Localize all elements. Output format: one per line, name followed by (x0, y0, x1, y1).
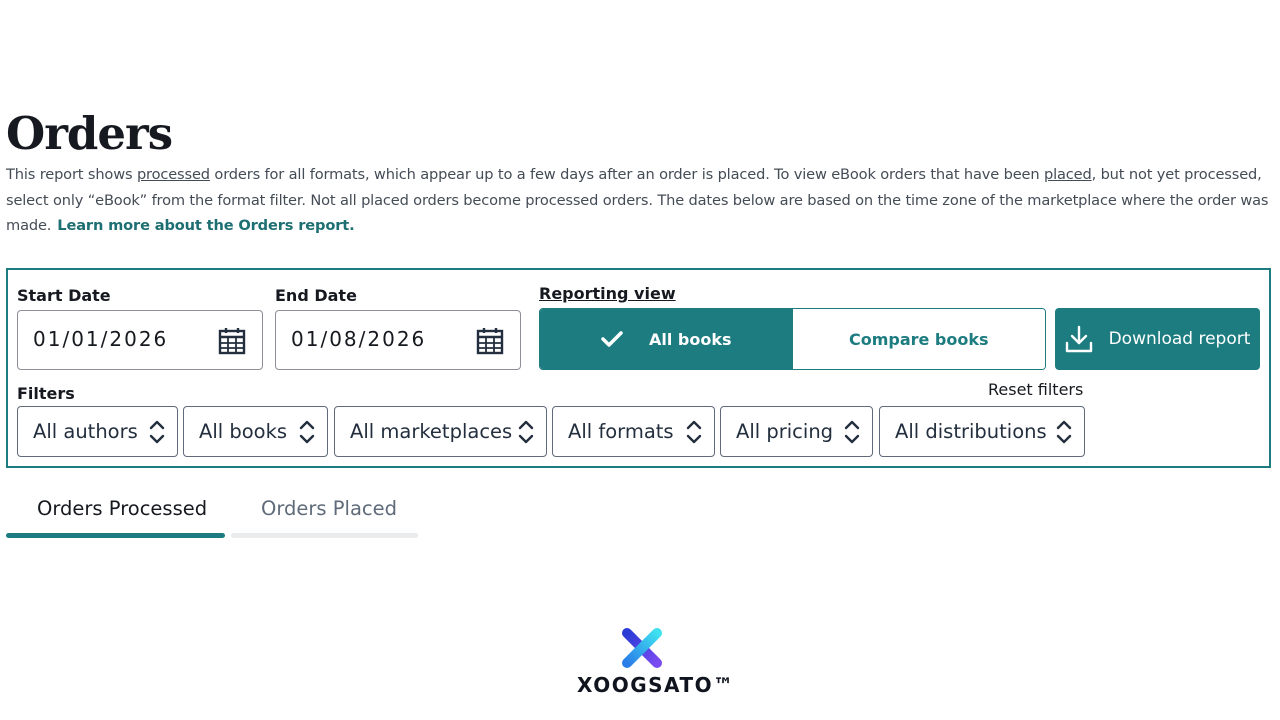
distributions-filter-value: All distributions (895, 420, 1047, 443)
filters-label: Filters (17, 384, 75, 403)
checkmark-icon (601, 331, 623, 347)
end-date-label: End Date (275, 286, 357, 305)
active-tab-indicator (6, 533, 225, 538)
authors-filter[interactable]: All authors (17, 406, 178, 457)
all-books-option[interactable]: All books (540, 309, 793, 369)
compare-books-option-label: Compare books (848, 329, 989, 349)
learn-more-link[interactable]: Learn more about the Orders report. (57, 217, 354, 234)
distributions-filter[interactable]: All distributions (879, 406, 1085, 457)
pricing-filter-value: All pricing (736, 420, 834, 443)
processed-term: processed (136, 166, 210, 183)
formats-filter[interactable]: All formats (552, 406, 715, 457)
page-title: Orders (6, 107, 173, 160)
sort-chevron-icon (1056, 420, 1072, 444)
sort-chevron-icon (299, 420, 315, 444)
start-date-input[interactable]: 01/01/2026 (17, 310, 263, 370)
download-icon (1065, 325, 1092, 353)
sort-chevron-icon (149, 420, 165, 444)
end-date-value: 01/08/2026 (291, 327, 427, 351)
marketplaces-filter[interactable]: All marketplaces (334, 406, 547, 457)
placed-term: placed (1043, 166, 1092, 183)
formats-filter-value: All formats (568, 420, 674, 443)
sort-chevron-icon (686, 420, 702, 444)
brand-logo-icon (622, 628, 662, 668)
download-report-button[interactable]: Download report (1055, 308, 1260, 370)
reporting-view-label[interactable]: Reporting view (539, 284, 676, 303)
books-filter[interactable]: All books (183, 406, 328, 457)
calendar-icon[interactable] (218, 327, 246, 355)
reporting-view-toggle: All books Compare books (539, 308, 1046, 370)
end-date-input[interactable]: 01/08/2026 (275, 310, 521, 370)
description-text: This report shows (6, 166, 137, 183)
inactive-tab-indicator (231, 533, 418, 538)
brand-name: XOOGSATO™ (577, 673, 735, 697)
tab-orders-placed[interactable]: Orders Placed (261, 497, 397, 520)
sort-chevron-icon (844, 420, 860, 444)
description-text: orders for all formats, which appear up … (209, 166, 1044, 183)
download-report-label: Download report (1108, 329, 1251, 349)
start-date-value: 01/01/2026 (33, 327, 169, 351)
sort-chevron-icon (518, 420, 534, 444)
calendar-icon[interactable] (476, 327, 504, 355)
reset-filters-link[interactable]: Reset filters (988, 380, 1083, 399)
report-controls-panel: Start Date 01/01/2026 End Date 01/08/202… (6, 268, 1271, 468)
books-filter-value: All books (199, 420, 288, 443)
pricing-filter[interactable]: All pricing (720, 406, 873, 457)
marketplaces-filter-value: All marketplaces (350, 420, 513, 443)
all-books-option-label: All books (648, 329, 732, 349)
start-date-label: Start Date (17, 286, 111, 305)
authors-filter-value: All authors (33, 420, 138, 443)
compare-books-option[interactable]: Compare books (792, 309, 1045, 369)
tab-orders-processed[interactable]: Orders Processed (37, 497, 207, 520)
page-description: This report shows processed orders for a… (6, 162, 1276, 239)
